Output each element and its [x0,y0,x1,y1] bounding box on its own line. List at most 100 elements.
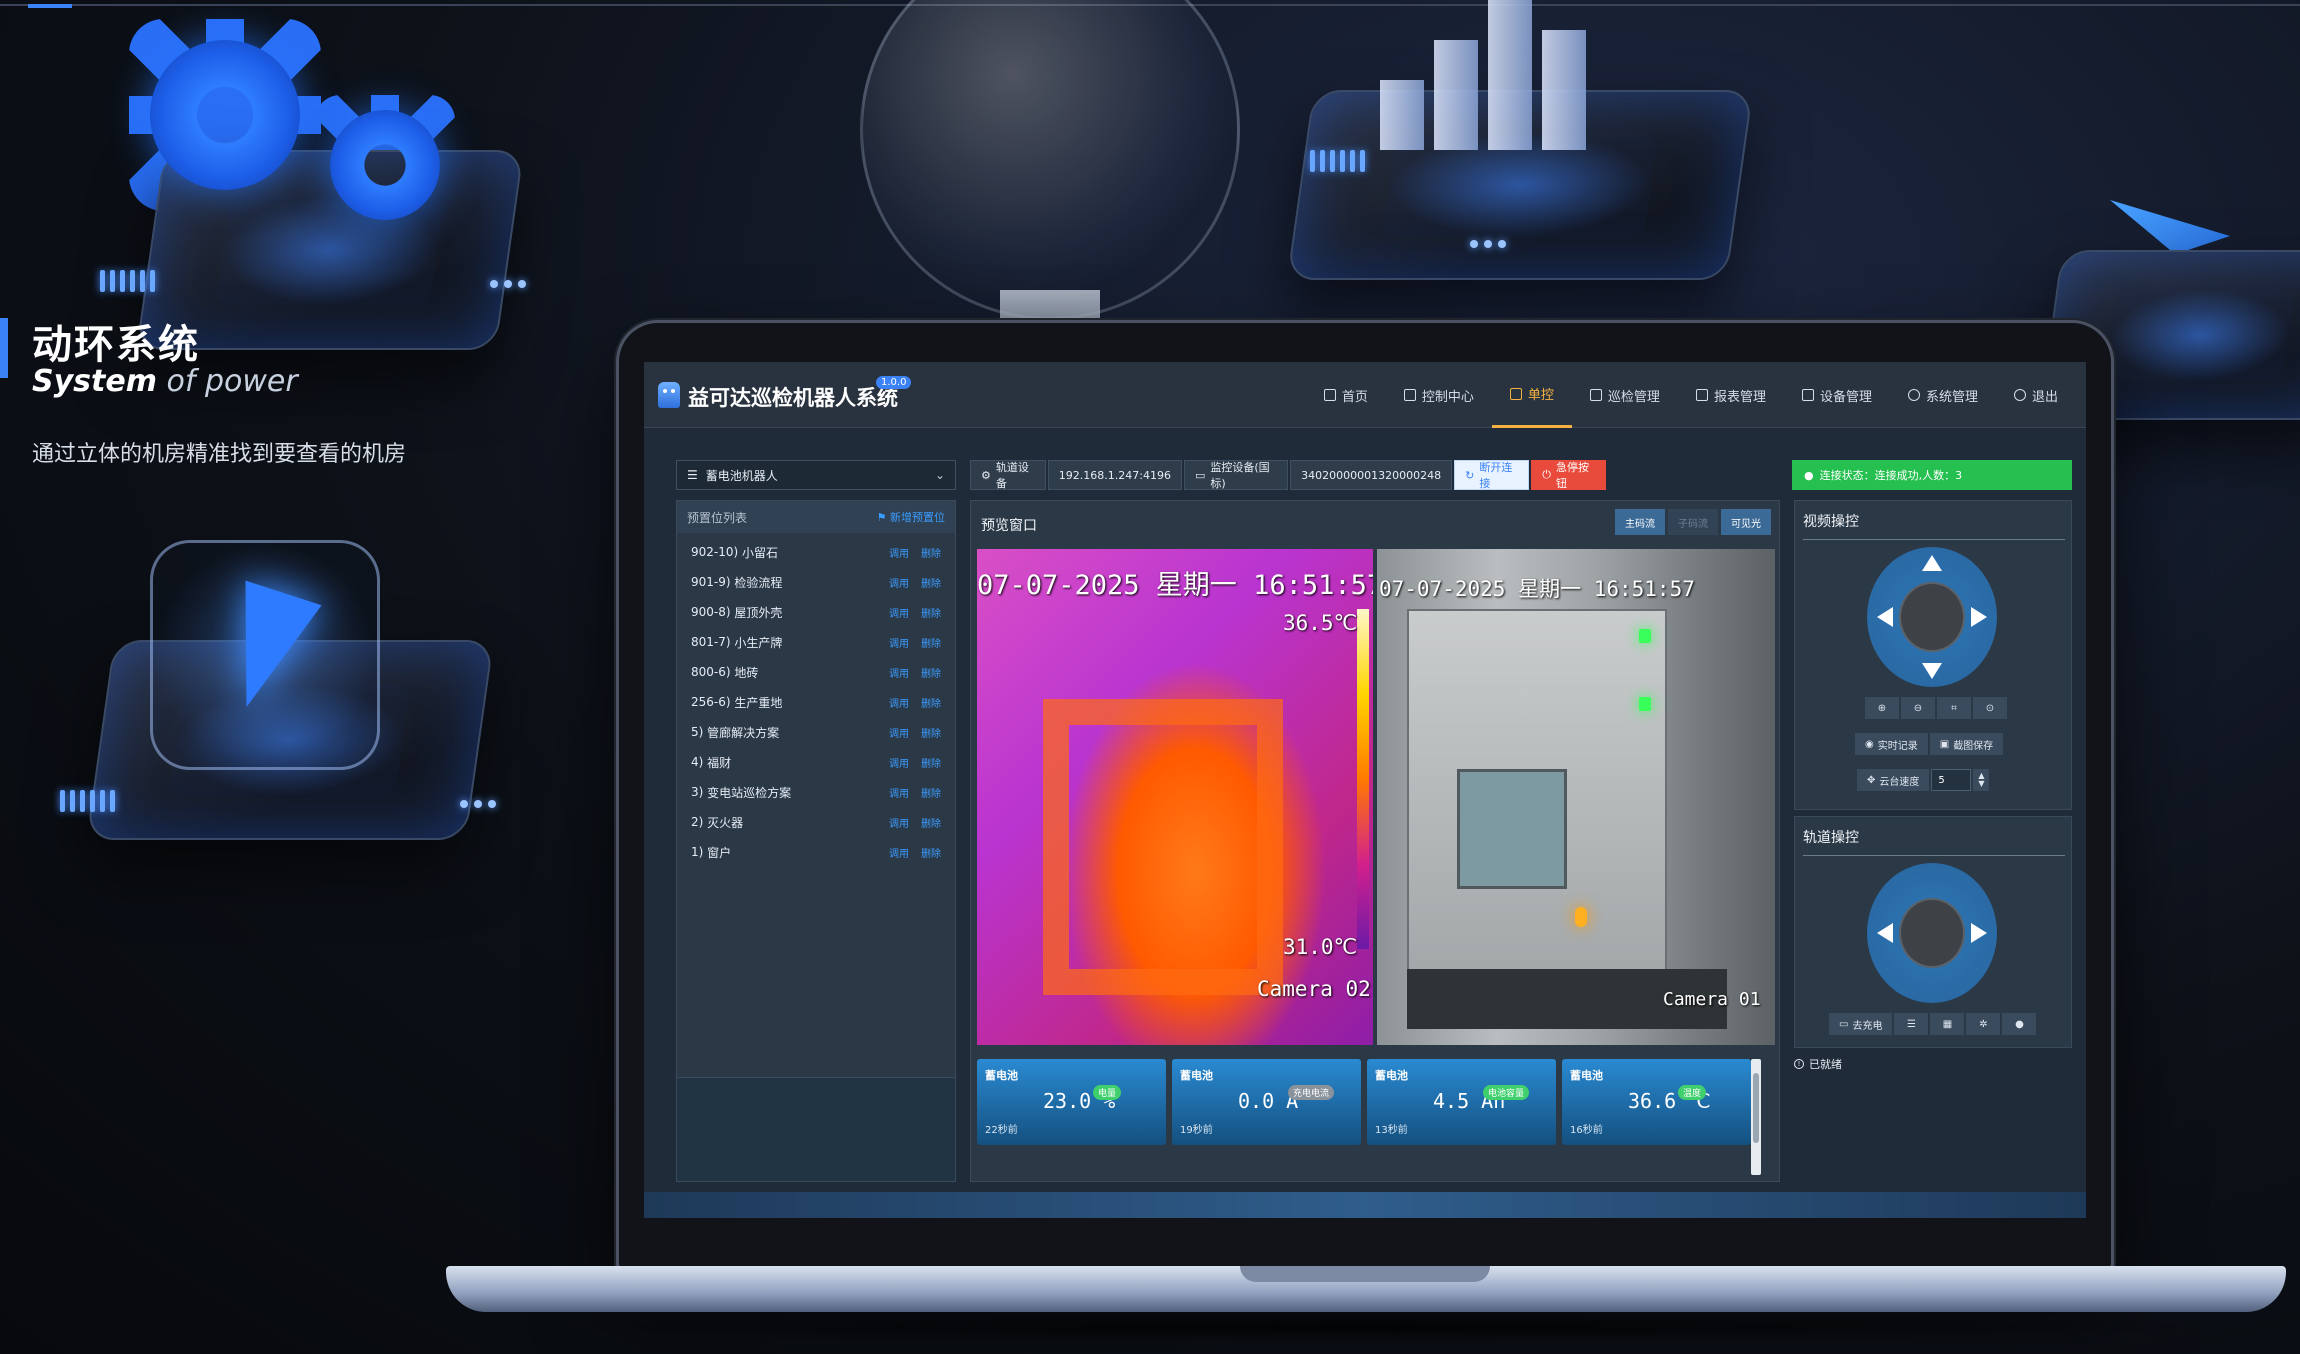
preset-item[interactable]: 3) 变电站巡检方案 调用 删除 [677,777,955,807]
preset-code: 901-9) [691,575,731,589]
app-screen: 益可达巡检机器人系统 1.0.0 首页 控制中心 单控 巡检管理 报表管理 设备… [644,362,2086,1218]
preset-call-button[interactable]: 调用 [889,635,909,650]
thermal-timestamp: 07-07-2025 星期一 16:51:57 [977,570,1373,601]
emergency-stop-button[interactable]: ⏻ 急停按钮 [1531,460,1606,490]
visible-timestamp: 07-07-2025 星期一 16:51:57 [1379,577,1695,601]
arrow-down-icon[interactable] [1922,663,1942,679]
sensor-scrollbar[interactable] [1751,1059,1761,1175]
grid-icon[interactable]: ▦ [1930,1013,1965,1035]
sensor-card: 蓄电池 36.6 ℃ 温度 16秒前 [1562,1059,1751,1145]
tab-visible-light[interactable]: 可见光 [1721,509,1771,535]
ptz-center-button[interactable] [1899,582,1965,652]
track-center-button[interactable] [1899,898,1965,968]
preset-delete-button[interactable]: 删除 [921,695,941,710]
preset-item[interactable]: 801-7) 小生产牌 调用 删除 [677,627,955,657]
arrow-left-icon[interactable] [1877,923,1893,943]
preset-code: 900-8) [691,605,731,619]
preset-item[interactable]: 901-9) 检验流程 调用 删除 [677,567,955,597]
preset-call-button[interactable]: 调用 [889,785,909,800]
preset-item[interactable]: 800-6) 地砖 调用 删除 [677,657,955,687]
preset-call-button[interactable]: 调用 [889,725,909,740]
preset-delete-button[interactable]: 删除 [921,815,941,830]
preset-delete-button[interactable]: 删除 [921,575,941,590]
preset-delete-button[interactable]: 删除 [921,725,941,740]
track-control-title: 轨道操控 [1803,827,2065,856]
arrow-right-icon[interactable] [1971,923,1987,943]
crop-icon[interactable]: ⌗ [1937,697,1971,719]
cabinet-display [1457,769,1567,889]
disconnect-button[interactable]: ↻ 断开连接 [1454,460,1530,490]
nav-devices[interactable]: 设备管理 [1784,362,1890,428]
preset-item[interactable]: 5) 管廊解决方案 调用 删除 [677,717,955,747]
robot-select[interactable]: ☰ 蓄电池机器人 ⌄ [676,460,956,490]
hero-accent-bar [0,318,8,378]
zoom-in-icon[interactable]: ⊕ [1865,697,1899,719]
arrow-left-icon[interactable] [1877,607,1893,627]
preset-delete-button[interactable]: 删除 [921,755,941,770]
hero-title: 动环系统 [32,322,200,368]
preset-call-button[interactable]: 调用 [889,755,909,770]
nav-logout[interactable]: 退出 [1996,362,2076,428]
location-icon[interactable]: ● [2002,1013,2037,1035]
arrow-up-icon[interactable] [1922,555,1942,571]
platform-dots [490,280,526,288]
preset-name: 变电站巡检方案 [707,785,792,800]
preset-call-button[interactable]: 调用 [889,665,909,680]
green-indicator [1639,697,1651,711]
preset-item[interactable]: 2) 灭火器 调用 删除 [677,807,955,837]
hero-subtitle-light: of power [156,364,298,399]
preset-delete-button[interactable]: 删除 [921,665,941,680]
orange-indicator [1575,907,1587,927]
ptz-speed-label: ✥ 云台速度 [1857,769,1930,791]
thermal-camera-view[interactable]: 07-07-2025 星期一 16:51:57 36.5℃ 31.0℃ Came… [977,549,1373,1045]
nav-single-control[interactable]: 单控 [1491,362,1572,428]
preset-delete-button[interactable]: 删除 [921,545,941,560]
preset-call-button[interactable]: 调用 [889,815,909,830]
preset-delete-button[interactable]: 删除 [921,605,941,620]
preset-call-button[interactable]: 调用 [889,575,909,590]
preset-item[interactable]: 900-8) 屋顶外壳 调用 删除 [677,597,955,627]
ptz-speed-input[interactable]: 5 [1931,769,1972,791]
nav-inspection[interactable]: 巡检管理 [1572,362,1678,428]
preset-item[interactable]: 1) 窗户 调用 删除 [677,837,955,867]
ready-status: ! 已就绪 [1794,1056,1842,1072]
preset-name: 管廊解决方案 [707,725,780,740]
add-preset-button[interactable]: ⚑ 新增预置位 [877,509,945,525]
gear-small-icon [314,94,456,236]
preset-item[interactable]: 256-6) 生产重地 调用 删除 [677,687,955,717]
preset-call-button[interactable]: 调用 [889,605,909,620]
preset-call-button[interactable]: 调用 [889,845,909,860]
arrow-right-icon[interactable] [1971,607,1987,627]
tab-main-stream[interactable]: 主码流 [1615,509,1665,535]
visible-camera-view[interactable]: 07-07-2025 星期一 16:51:57 Camera 01 [1377,549,1775,1045]
snapshot-button[interactable]: ▣ 截图保存 [1929,733,2004,755]
reset-icon[interactable]: ⊙ [1973,697,2007,719]
nav-control-center[interactable]: 控制中心 [1386,362,1492,428]
battery-platform-leds [60,790,115,812]
preset-item[interactable]: 902-10) 小留石 调用 删除 [677,537,955,567]
gear-large-icon [129,19,321,211]
preset-delete-button[interactable]: 删除 [921,635,941,650]
preset-delete-button[interactable]: 删除 [921,845,941,860]
settings-icon[interactable]: ✲ [1966,1013,2001,1035]
preset-call-button[interactable]: 调用 [889,695,909,710]
nav-reports[interactable]: 报表管理 [1678,362,1784,428]
preset-delete-button[interactable]: 删除 [921,785,941,800]
home-icon [1323,389,1336,401]
nav-system[interactable]: 系统管理 [1890,362,1996,428]
go-charge-button[interactable]: ▭ 去充电 [1829,1013,1893,1035]
preset-name: 福财 [707,755,732,770]
preset-header-title: 预置位列表 [687,510,748,525]
preset-name: 地砖 [734,665,759,680]
zoom-out-icon[interactable]: ⊖ [1901,697,1935,719]
preset-code: 1) [691,845,704,859]
menu-icon[interactable]: ☰ [1894,1013,1929,1035]
preset-item[interactable]: 4) 福财 调用 删除 [677,747,955,777]
preset-panel: 预置位列表 ⚑ 新增预置位 902-10) 小留石 调用 删除 901-9) 检验流程… [676,500,956,1182]
record-button[interactable]: ◉ 实时记录 [1855,733,1928,755]
preset-call-button[interactable]: 调用 [889,545,909,560]
zoom-controls: ⊕ ⊖ ⌗ ⊙ [1865,697,2007,719]
ptz-speed-stepper[interactable]: ▲ ▼ [1973,769,1990,791]
nav-home[interactable]: 首页 [1306,362,1386,428]
tab-sub-stream[interactable]: 子码流 [1668,509,1718,535]
